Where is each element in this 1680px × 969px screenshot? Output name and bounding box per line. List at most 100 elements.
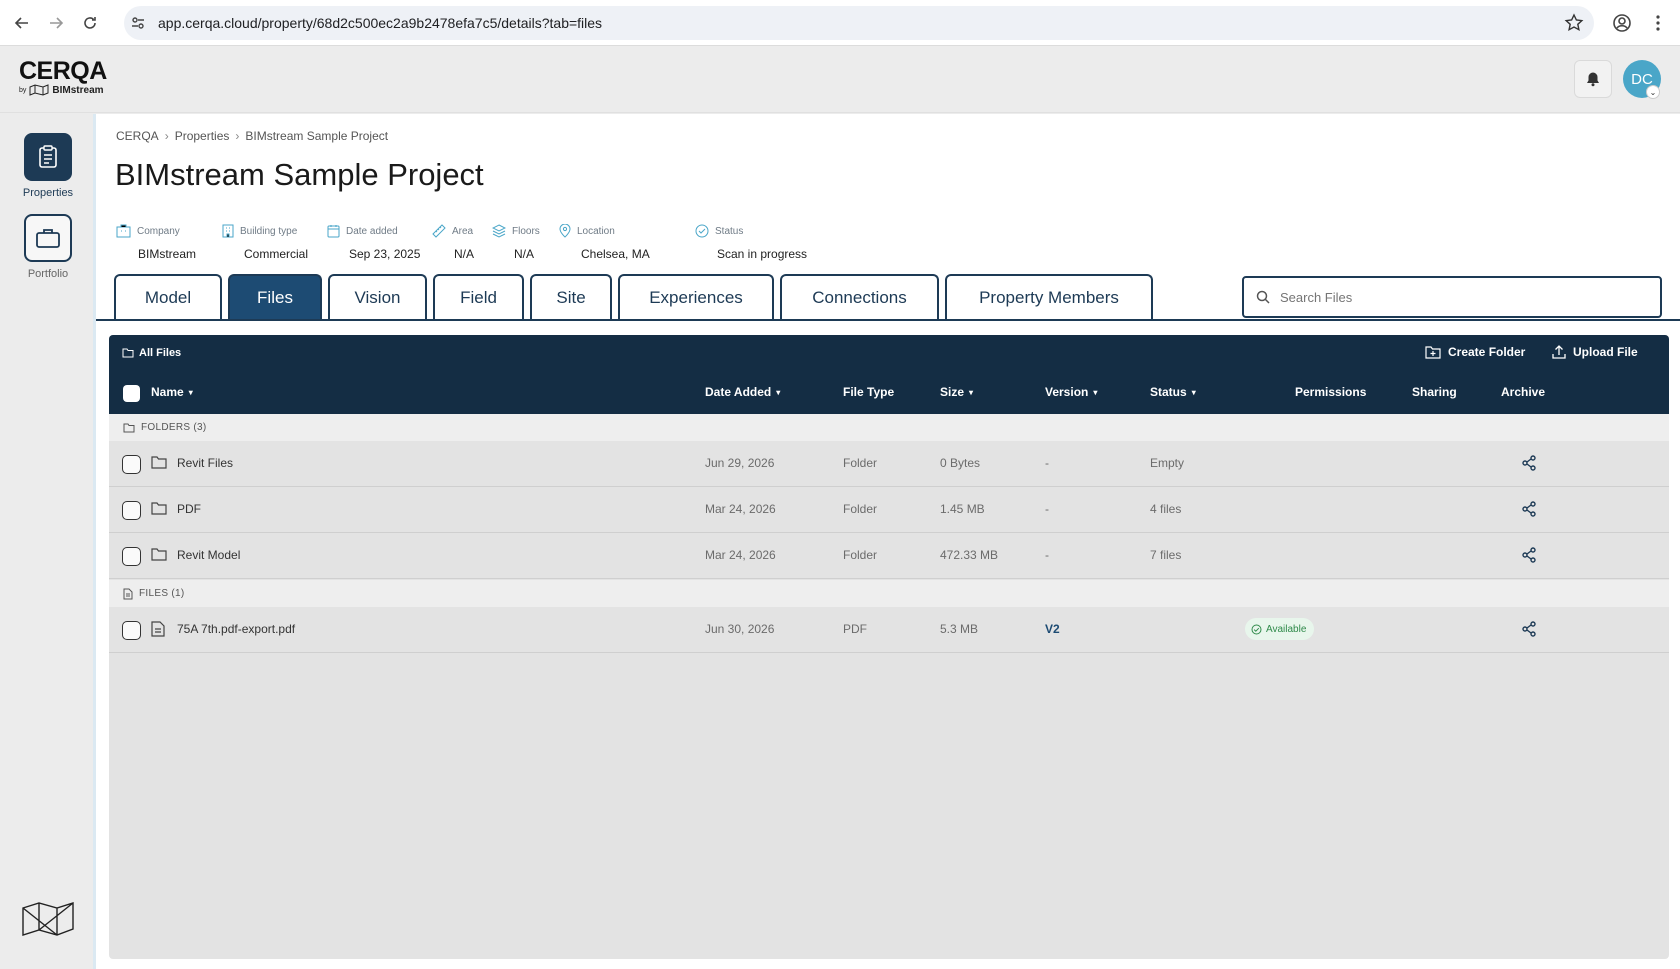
row-type: Folder: [843, 502, 878, 516]
share-icon[interactable]: [1521, 547, 1537, 566]
breadcrumb-properties[interactable]: Properties: [175, 129, 230, 143]
meta-building-type: Building type Commercial: [222, 224, 308, 261]
search-input[interactable]: [1280, 289, 1640, 305]
table-row[interactable]: 75A 7th.pdf-export.pdf Jun 30, 2026 PDF …: [109, 607, 1669, 653]
meta-label: Floors: [512, 225, 540, 237]
row-checkbox[interactable]: [122, 455, 141, 474]
row-size: 5.3 MB: [940, 622, 979, 636]
column-size[interactable]: Size ▾: [940, 385, 973, 399]
row-status: 7 files: [1150, 548, 1182, 562]
back-icon[interactable]: [10, 11, 34, 35]
meta-label: Building type: [240, 225, 298, 237]
pin-icon: [559, 224, 571, 238]
sort-chevron-icon: ▾: [1191, 387, 1196, 397]
meta-label: Location: [577, 225, 615, 237]
column-sharing: Sharing: [1412, 385, 1457, 399]
row-name[interactable]: Revit Files: [177, 456, 233, 470]
rail-label-properties: Properties: [22, 187, 74, 199]
meta-label: Company: [137, 225, 180, 237]
breadcrumb-separator: ›: [235, 129, 240, 143]
sort-chevron-icon: ▾: [776, 387, 781, 397]
share-icon[interactable]: [1521, 501, 1537, 520]
breadcrumb-separator: ›: [164, 129, 169, 143]
address-bar[interactable]: app.cerqa.cloud/property/68d2c500ec2a9b2…: [124, 6, 1594, 40]
notifications-button[interactable]: [1574, 60, 1612, 98]
upload-file-button[interactable]: Upload File: [1552, 345, 1638, 359]
tab-property-members[interactable]: Property Members: [945, 274, 1153, 320]
column-date-added[interactable]: Date Added ▾: [705, 385, 780, 399]
meta-location: Location Chelsea, MA: [559, 224, 650, 261]
tab-experiences[interactable]: Experiences: [618, 274, 774, 320]
meta-value: Chelsea, MA: [581, 247, 650, 261]
status-badge-label: Available: [1266, 623, 1307, 635]
chevron-down-icon[interactable]: ⌄: [1646, 85, 1660, 99]
all-files-crumb[interactable]: All Files: [122, 347, 181, 359]
cerqa-logo[interactable]: CERQA by BIMstream: [19, 57, 107, 96]
folder-plus-icon: [1425, 346, 1441, 359]
rail-label-portfolio: Portfolio: [27, 268, 69, 280]
row-version[interactable]: V2: [1045, 622, 1060, 636]
column-version[interactable]: Version ▾: [1045, 385, 1097, 399]
ruler-icon: [432, 224, 446, 238]
meta-status: Status Scan in progress: [695, 224, 807, 261]
browser-menu-icon[interactable]: [1647, 12, 1669, 34]
select-all-checkbox[interactable]: [123, 385, 140, 402]
meta-label: Area: [452, 225, 474, 237]
property-tabs: Model Files Vision Field Site Experience…: [114, 274, 1153, 320]
tabs-divider: [96, 319, 1680, 321]
sort-chevron-icon: ▾: [188, 387, 193, 397]
bimstream-logo-icon: [20, 900, 76, 945]
column-status[interactable]: Status ▾: [1150, 385, 1196, 399]
rail-item-portfolio[interactable]: Portfolio: [0, 214, 96, 280]
upload-icon: [1552, 345, 1566, 359]
create-folder-label: Create Folder: [1448, 345, 1526, 359]
meta-floors: Floors N/A: [492, 224, 540, 261]
column-archive-label: Archive: [1501, 385, 1546, 399]
column-status-label: Status: [1150, 385, 1187, 399]
rail-item-properties[interactable]: Properties: [0, 133, 96, 199]
table-row[interactable]: Revit Model Mar 24, 2026 Folder 472.33 M…: [109, 533, 1669, 579]
column-name[interactable]: Name ▾: [151, 385, 193, 399]
check-circle-icon: [695, 224, 709, 238]
tab-site[interactable]: Site: [530, 274, 612, 320]
forward-icon[interactable]: [44, 11, 68, 35]
files-section-header: FILES (1): [109, 580, 1669, 607]
bookmark-star-icon[interactable]: [1564, 13, 1584, 33]
tab-field[interactable]: Field: [433, 274, 524, 320]
site-settings-icon[interactable]: [130, 15, 146, 31]
row-checkbox[interactable]: [122, 501, 141, 520]
search-files[interactable]: [1242, 276, 1662, 318]
tab-vision[interactable]: Vision: [328, 274, 427, 320]
reload-icon[interactable]: [78, 11, 102, 35]
app-header: CERQA by BIMstream DC ⌄: [0, 47, 1680, 113]
row-name[interactable]: Revit Model: [177, 548, 240, 562]
document-icon: [151, 621, 165, 640]
row-name[interactable]: 75A 7th.pdf-export.pdf: [177, 622, 295, 636]
files-table-header: All Files Create Folder Upload File Name…: [109, 335, 1669, 414]
share-icon[interactable]: [1521, 621, 1537, 640]
row-status: 4 files: [1150, 502, 1182, 516]
column-permissions: Permissions: [1295, 385, 1366, 399]
create-folder-button[interactable]: Create Folder: [1425, 345, 1525, 359]
row-date: Jun 30, 2026: [705, 622, 775, 636]
table-row[interactable]: PDF Mar 24, 2026 Folder 1.45 MB - 4 file…: [109, 487, 1669, 533]
folders-count: FOLDERS (3): [141, 422, 207, 433]
row-type: Folder: [843, 548, 878, 562]
breadcrumb-cerqa[interactable]: CERQA: [116, 129, 159, 143]
tab-files[interactable]: Files: [228, 274, 322, 320]
row-version: -: [1045, 456, 1049, 470]
table-row[interactable]: Revit Files Jun 29, 2026 Folder 0 Bytes …: [109, 441, 1669, 487]
row-name[interactable]: PDF: [177, 502, 201, 516]
tab-model[interactable]: Model: [114, 274, 222, 320]
row-checkbox[interactable]: [122, 547, 141, 566]
brand-partner: BIMstream: [52, 84, 104, 96]
row-checkbox[interactable]: [122, 621, 141, 640]
file-icon: [123, 588, 133, 599]
share-icon[interactable]: [1521, 455, 1537, 474]
files-count: FILES (1): [139, 588, 185, 599]
layers-icon: [492, 224, 506, 238]
bell-icon: [1587, 72, 1599, 87]
profile-icon[interactable]: [1611, 12, 1633, 34]
row-type: Folder: [843, 456, 878, 470]
tab-connections[interactable]: Connections: [780, 274, 939, 320]
